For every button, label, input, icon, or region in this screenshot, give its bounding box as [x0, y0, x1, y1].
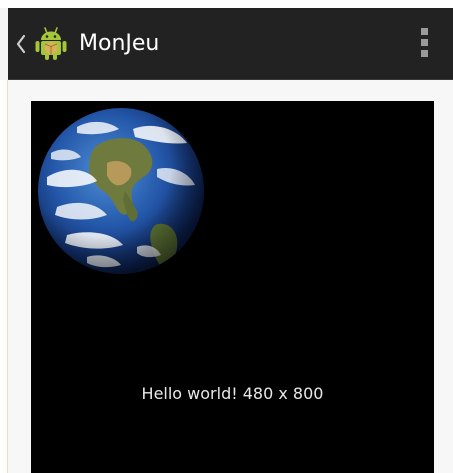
- overflow-dot: [420, 50, 428, 57]
- overflow-dot: [420, 28, 428, 35]
- app-title: MonJeu: [79, 31, 160, 56]
- left-gutter: [0, 80, 8, 473]
- earth-globe-icon: [38, 108, 204, 274]
- hello-world-text: Hello world! 480 x 800: [141, 384, 324, 403]
- top-edge: [0, 0, 453, 8]
- overflow-dot: [420, 39, 428, 46]
- android-robot-icon[interactable]: [32, 25, 70, 63]
- overflow-menu-icon[interactable]: [417, 28, 431, 62]
- game-canvas[interactable]: Hello world! 480 x 800: [31, 101, 434, 473]
- device-screen: MonJeu Hello world! 480 x 800: [0, 0, 453, 473]
- chevron-left-icon[interactable]: [14, 30, 28, 58]
- action-bar: MonJeu: [8, 8, 453, 80]
